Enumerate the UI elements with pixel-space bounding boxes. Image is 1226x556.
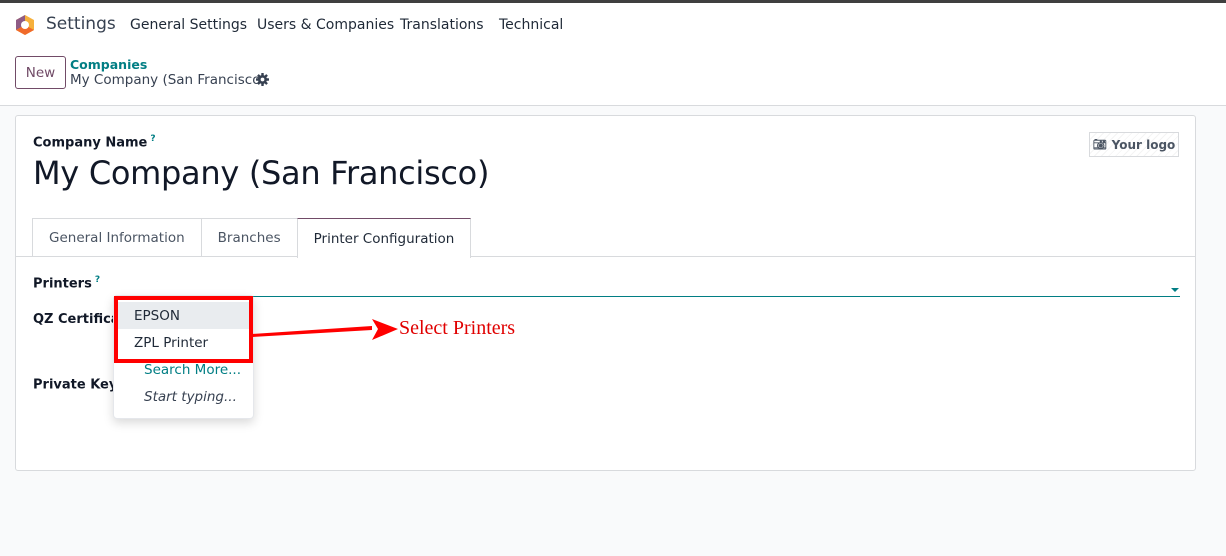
annotation-arrow-icon [252, 319, 398, 340]
help-tooltip-icon[interactable]: ? [150, 134, 155, 144]
tab-divider [16, 256, 1195, 257]
dropdown-caret-icon[interactable] [1171, 288, 1179, 292]
printers-autocomplete-dropdown: EPSON ZPL Printer Search More... Start t… [113, 295, 254, 419]
company-name-label-text: Company Name [33, 135, 148, 151]
company-name-field[interactable]: My Company (San Francisco) [33, 154, 489, 192]
private-key-label: Private Key? [33, 376, 126, 392]
control-panel: New Companies My Company (San Francisco) [0, 47, 1226, 106]
odoo-app-logo-icon[interactable] [14, 14, 36, 36]
breadcrumb-current: My Company (San Francisco) [70, 72, 266, 88]
dropdown-start-typing-hint: Start typing... [144, 388, 237, 405]
app-name[interactable]: Settings [46, 14, 116, 34]
main-navbar: Settings General Settings Users & Compan… [0, 3, 1226, 47]
annotation-text: Select Printers [399, 317, 516, 339]
printers-label-text: Printers [33, 276, 92, 292]
your-logo-label: Your logo [1111, 137, 1176, 152]
printers-input[interactable] [116, 279, 1180, 297]
tab-general-information[interactable]: General Information [32, 218, 202, 257]
company-name-label: Company Name? [33, 134, 156, 150]
dropdown-option-epson[interactable]: EPSON [114, 302, 253, 329]
tab-branches[interactable]: Branches [200, 218, 298, 257]
dropdown-search-more[interactable]: Search More... [114, 356, 253, 383]
printers-label: Printers? [33, 275, 100, 291]
your-logo-button[interactable]: 📷︎ Your logo [1089, 132, 1179, 157]
private-key-label-text: Private Key [33, 377, 118, 393]
breadcrumb-companies[interactable]: Companies [70, 57, 147, 72]
camera-icon: 📷︎ [1092, 138, 1107, 151]
menu-general-settings[interactable]: General Settings [130, 17, 247, 33]
tab-printer-configuration[interactable]: Printer Configuration [296, 218, 472, 258]
new-button[interactable]: New [15, 56, 66, 89]
gear-icon[interactable] [256, 73, 269, 86]
help-tooltip-icon[interactable]: ? [95, 275, 100, 285]
notebook-tabs: General Information Branches Printer Con… [32, 218, 472, 258]
menu-technical[interactable]: Technical [499, 17, 563, 33]
menu-translations[interactable]: Translations [400, 17, 484, 33]
dropdown-option-zpl-printer[interactable]: ZPL Printer [114, 329, 253, 356]
menu-users-companies[interactable]: Users & Companies [257, 17, 394, 33]
